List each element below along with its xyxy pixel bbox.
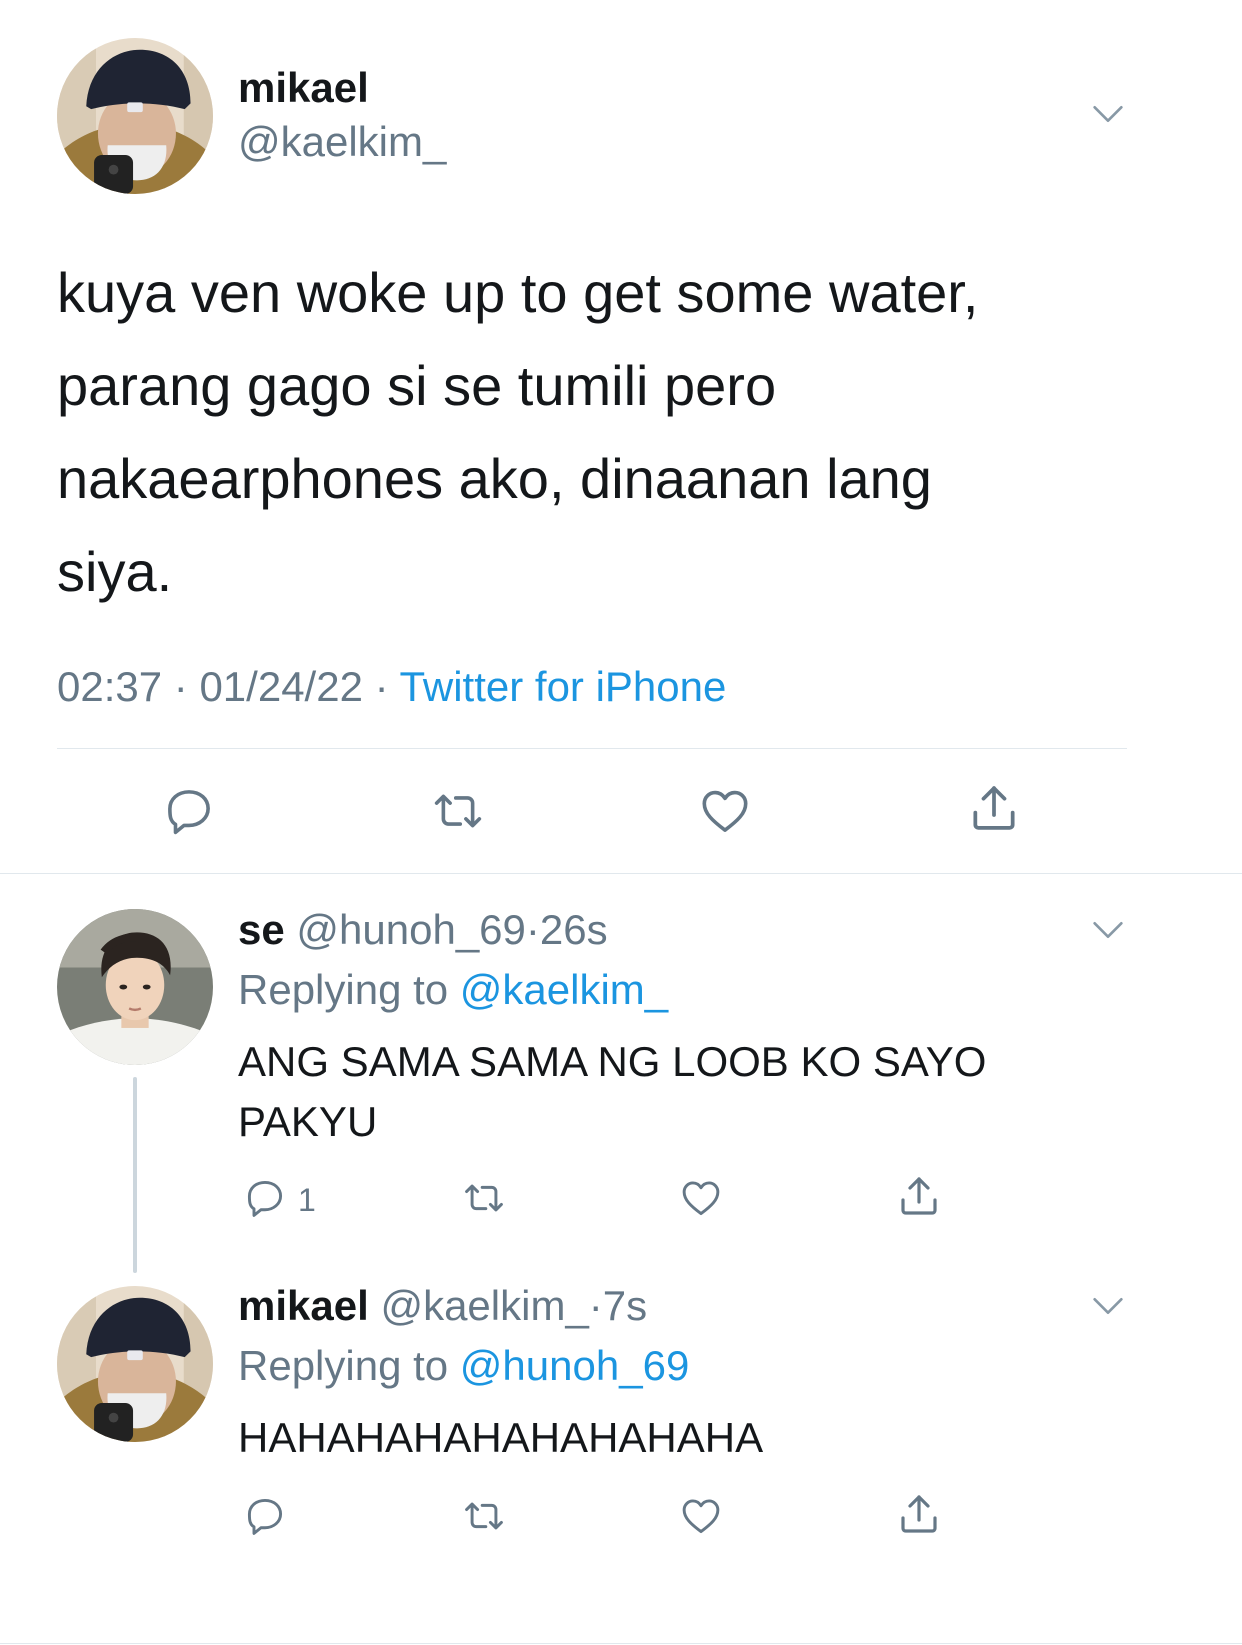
replying-prefix: Replying to — [238, 966, 449, 1013]
avatar[interactable] — [57, 38, 213, 194]
reply-count: 1 — [298, 1182, 316, 1218]
retweet-icon[interactable] — [428, 784, 488, 838]
share-icon[interactable] — [895, 1172, 943, 1220]
reply-text-line: ANG SAMA SAMA NG LOOB KO SAYO — [238, 1038, 987, 1085]
divider — [0, 1643, 1242, 1644]
divider — [0, 873, 1242, 874]
share-icon[interactable] — [966, 780, 1022, 836]
tweet-source-link[interactable]: Twitter for iPhone — [400, 663, 727, 710]
tweet-text-line: nakaearphones ako, dinaanan lang — [57, 447, 932, 510]
heart-icon[interactable] — [678, 1494, 724, 1538]
meta-separator: · — [525, 906, 540, 953]
thread-line — [133, 1077, 137, 1273]
tweet-text-line: siya. — [57, 540, 173, 603]
heart-icon[interactable] — [697, 784, 753, 838]
reply-header: mikael @kaelkim_·7s — [238, 1280, 647, 1332]
heart-icon[interactable] — [678, 1176, 724, 1220]
reply-icon[interactable] — [162, 784, 216, 838]
mention-link[interactable]: @hunoh_69 — [460, 1342, 690, 1389]
tweet-time: 02:37 — [57, 663, 163, 710]
tweet-text: kuya ven woke up to get some water, para… — [57, 246, 1187, 618]
reply-icon[interactable] — [243, 1494, 287, 1538]
reply-text: HAHAHAHAHAHAHAHAHA — [238, 1408, 1198, 1468]
avatar[interactable] — [57, 909, 213, 1065]
share-icon[interactable] — [895, 1490, 943, 1538]
tweet-date[interactable]: 01/24/22 — [199, 663, 363, 710]
author-handle[interactable]: @kaelkim_ — [238, 118, 446, 166]
tweet-age: 7s — [602, 1282, 648, 1329]
meta-separator: · — [173, 663, 188, 710]
replying-to: Replying to @hunoh_69 — [238, 1340, 689, 1392]
meta-separator: · — [374, 663, 389, 710]
author-name[interactable]: mikael — [238, 1282, 369, 1329]
divider — [57, 748, 1127, 749]
meta-separator: · — [588, 1282, 603, 1329]
tweet-age: 26s — [539, 906, 608, 953]
mention-link[interactable]: @kaelkim_ — [460, 966, 668, 1013]
chevron-down-icon[interactable] — [1088, 94, 1128, 134]
author-name[interactable]: se — [238, 906, 285, 953]
tweet-text-line: kuya ven woke up to get some water, — [57, 261, 979, 324]
chevron-down-icon[interactable] — [1088, 1286, 1128, 1326]
replying-prefix: Replying to — [238, 1342, 449, 1389]
author-handle[interactable]: @kaelkim_ — [380, 1282, 588, 1329]
chevron-down-icon[interactable] — [1088, 910, 1128, 950]
tweet-meta: 02:37 · 01/24/22 · Twitter for iPhone — [57, 662, 726, 712]
reply-header: se @hunoh_69·26s — [238, 904, 608, 956]
reply-text: ANG SAMA SAMA NG LOOB KO SAYO PAKYU — [238, 1032, 1198, 1152]
retweet-icon[interactable] — [458, 1176, 510, 1220]
author-name[interactable]: mikael — [238, 64, 369, 112]
reply-text-line: HAHAHAHAHAHAHAHAHA — [238, 1414, 764, 1461]
replying-to: Replying to @kaelkim_ — [238, 964, 668, 1016]
reply-icon[interactable] — [243, 1176, 287, 1220]
avatar[interactable] — [57, 1286, 213, 1442]
reply-text-line: PAKYU — [238, 1098, 378, 1145]
author-handle[interactable]: @hunoh_69 — [296, 906, 526, 953]
retweet-icon[interactable] — [458, 1494, 510, 1538]
tweet-text-line: parang gago si se tumili pero — [57, 354, 777, 417]
